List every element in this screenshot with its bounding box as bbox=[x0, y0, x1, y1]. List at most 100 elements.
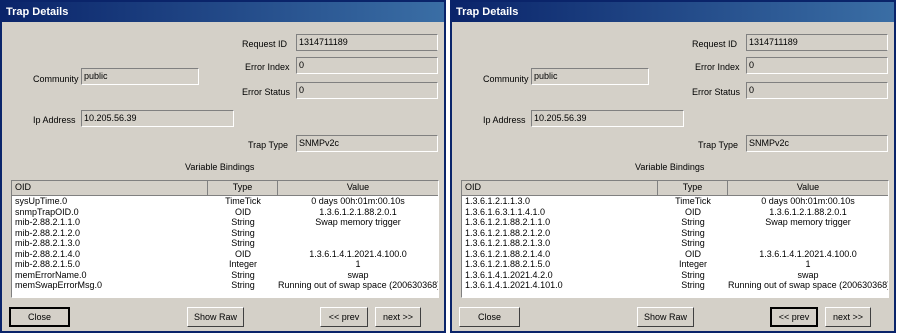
type-cell: String bbox=[681, 238, 705, 248]
window-title: Trap Details bbox=[2, 2, 444, 22]
table-row[interactable]: 1.3.6.1.2.1.88.2.1.4.0 OID 1.3.6.1.4.1.202… bbox=[462, 249, 888, 260]
oid-cell: mib-2.88.2.1.5.0 bbox=[15, 259, 81, 269]
request-id-label: Request ID bbox=[242, 39, 288, 49]
trap-type-label: Trap Type bbox=[698, 140, 739, 150]
error-status-field[interactable]: 0 bbox=[746, 82, 888, 99]
oid-cell: 1.3.6.1.4.1.2021.4.101.0 bbox=[465, 280, 563, 290]
table-row[interactable]: 1.3.6.1.2.1.88.2.1.3.0 String bbox=[462, 238, 888, 249]
oid-cell: 1.3.6.1.4.1.2021.4.2.0 bbox=[465, 269, 553, 280]
table-row[interactable]: mib-2.88.2.1.5.0 Integer 1 bbox=[12, 259, 438, 270]
type-cell: OID bbox=[234, 248, 251, 259]
column-header-type[interactable]: Type bbox=[658, 181, 728, 195]
variable-bindings-table[interactable]: OID Type Value sysUpTime.0 TimeTick 0 days… bbox=[11, 180, 439, 298]
type-cell: Integer bbox=[228, 259, 258, 269]
type-cell: OID bbox=[684, 206, 701, 217]
oid-cell: 1.3.6.1.2.1.88.2.1.1.0 bbox=[465, 217, 551, 227]
oid-cell: 1.3.6.1.2.1.88.2.1.2.0 bbox=[465, 227, 551, 238]
table-row[interactable]: 1.3.6.1.2.1.88.2.1.5.0 Integer 1 bbox=[462, 259, 888, 270]
next-button[interactable]: next >> bbox=[375, 307, 421, 327]
table-row[interactable]: 1.3.6.1.2.1.88.2.1.2.0 String bbox=[462, 228, 888, 239]
value-cell: 1.3.6.1.4.1.2021.4.100.0 bbox=[759, 248, 857, 259]
column-header-value[interactable]: Value bbox=[728, 181, 888, 195]
value-cell: 0 days 00h:01m:00.10s bbox=[761, 196, 855, 206]
error-index-label: Error Index bbox=[695, 62, 740, 72]
table-row[interactable]: 1.3.6.1.2.1.88.2.1.1.0 String Swap memory … bbox=[462, 217, 888, 228]
value-cell bbox=[278, 238, 438, 249]
value-cell: 1.3.6.1.2.1.88.2.0.1 bbox=[769, 206, 847, 217]
ip-address-field[interactable]: 10.205.56.39 bbox=[81, 110, 234, 127]
table-row[interactable]: memErrorName.0 String swap bbox=[12, 270, 438, 281]
value-cell: Running out of swap space (200630368) bbox=[278, 280, 438, 290]
trap-details-window-right: Trap Details Request ID 1314711189 Error… bbox=[450, 0, 896, 333]
table-row[interactable]: 1.3.6.1.4.1.2021.4.101.0 String Running ou… bbox=[462, 280, 888, 291]
oid-cell: 1.3.6.1.2.1.88.2.1.4.0 bbox=[465, 248, 551, 259]
show-raw-button[interactable]: Show Raw bbox=[187, 307, 244, 327]
error-status-label: Error Status bbox=[242, 87, 291, 97]
oid-cell: sysUpTime.0 bbox=[15, 196, 68, 206]
trap-type-field[interactable]: SNMPv2c bbox=[296, 135, 438, 152]
value-cell: 1 bbox=[355, 259, 361, 269]
type-cell: String bbox=[231, 269, 255, 280]
column-header-value[interactable]: Value bbox=[278, 181, 438, 195]
column-header-oid[interactable]: OID bbox=[462, 181, 658, 195]
value-cell: 1.3.6.1.2.1.88.2.0.1 bbox=[319, 206, 397, 217]
column-header-oid[interactable]: OID bbox=[12, 181, 208, 195]
request-id-field[interactable]: 1314711189 bbox=[296, 34, 438, 51]
table-row[interactable]: 1.3.6.1.6.3.1.1.4.1.0 OID 1.3.6.1.2.1.88.2… bbox=[462, 207, 888, 218]
error-index-field[interactable]: 0 bbox=[746, 57, 888, 74]
trap-type-label: Trap Type bbox=[248, 140, 289, 150]
table-row[interactable]: sysUpTime.0 TimeTick 0 days 00h:01m:00.10s bbox=[12, 196, 438, 207]
value-cell: Swap memory trigger bbox=[315, 217, 401, 227]
oid-cell: mib-2.88.2.1.3.0 bbox=[15, 238, 81, 248]
table-row[interactable]: 1.3.6.1.4.1.2021.4.2.0 String swap bbox=[462, 270, 888, 281]
ip-address-label: Ip Address bbox=[33, 115, 76, 125]
error-status-label: Error Status bbox=[692, 87, 741, 97]
window-title: Trap Details bbox=[452, 2, 894, 22]
prev-button[interactable]: << prev bbox=[320, 307, 368, 327]
column-header-type[interactable]: Type bbox=[208, 181, 278, 195]
type-cell: Integer bbox=[678, 259, 708, 269]
type-cell: OID bbox=[684, 248, 701, 259]
oid-cell: mib-2.88.2.1.2.0 bbox=[15, 227, 81, 238]
type-cell: String bbox=[681, 269, 705, 280]
type-cell: String bbox=[681, 217, 705, 227]
error-status-field[interactable]: 0 bbox=[296, 82, 438, 99]
close-button[interactable]: Close bbox=[459, 307, 520, 327]
type-cell: TimeTick bbox=[225, 196, 261, 206]
oid-cell: memSwapErrorMsg.0 bbox=[15, 280, 103, 290]
ip-address-label: Ip Address bbox=[483, 115, 526, 125]
value-cell: swap bbox=[797, 269, 819, 280]
value-cell: 0 days 00h:01m:00.10s bbox=[311, 196, 405, 206]
value-cell: Swap memory trigger bbox=[765, 217, 851, 227]
next-button[interactable]: next >> bbox=[825, 307, 871, 327]
oid-cell: snmpTrapOID.0 bbox=[15, 206, 79, 217]
trap-type-field[interactable]: SNMPv2c bbox=[746, 135, 888, 152]
variable-bindings-label: Variable Bindings bbox=[185, 162, 255, 172]
variable-bindings-label: Variable Bindings bbox=[635, 162, 705, 172]
table-row[interactable]: memSwapErrorMsg.0 String Running out of sw… bbox=[12, 280, 438, 291]
prev-button[interactable]: << prev bbox=[770, 307, 818, 327]
table-header: OID Type Value bbox=[462, 181, 888, 196]
table-header: OID Type Value bbox=[12, 181, 438, 196]
table-row[interactable]: 1.3.6.1.2.1.1.3.0 TimeTick 0 days 00h:01m:… bbox=[462, 196, 888, 207]
variable-bindings-table[interactable]: OID Type Value 1.3.6.1.2.1.1.3.0 TimeTick… bbox=[461, 180, 889, 298]
error-index-label: Error Index bbox=[245, 62, 290, 72]
table-row[interactable]: snmpTrapOID.0 OID 1.3.6.1.2.1.88.2.0.1 bbox=[12, 207, 438, 218]
table-row[interactable]: mib-2.88.2.1.3.0 String bbox=[12, 238, 438, 249]
error-index-field[interactable]: 0 bbox=[296, 57, 438, 74]
table-row[interactable]: mib-2.88.2.1.2.0 String bbox=[12, 228, 438, 239]
community-field[interactable]: public bbox=[81, 68, 199, 85]
value-cell: Running out of swap space (200630368) bbox=[728, 280, 888, 290]
table-row[interactable]: mib-2.88.2.1.1.0 String Swap memory trigge… bbox=[12, 217, 438, 228]
type-cell: TimeTick bbox=[675, 196, 711, 206]
show-raw-button[interactable]: Show Raw bbox=[637, 307, 694, 327]
table-row[interactable]: mib-2.88.2.1.4.0 OID 1.3.6.1.4.1.2021.4.10… bbox=[12, 249, 438, 260]
type-cell: String bbox=[681, 280, 705, 290]
close-button[interactable]: Close bbox=[9, 307, 70, 327]
oid-cell: 1.3.6.1.2.1.88.2.1.3.0 bbox=[465, 238, 551, 248]
ip-address-field[interactable]: 10.205.56.39 bbox=[531, 110, 684, 127]
value-cell bbox=[728, 228, 888, 239]
request-id-field[interactable]: 1314711189 bbox=[746, 34, 888, 51]
type-cell: String bbox=[231, 217, 255, 227]
community-field[interactable]: public bbox=[531, 68, 649, 85]
